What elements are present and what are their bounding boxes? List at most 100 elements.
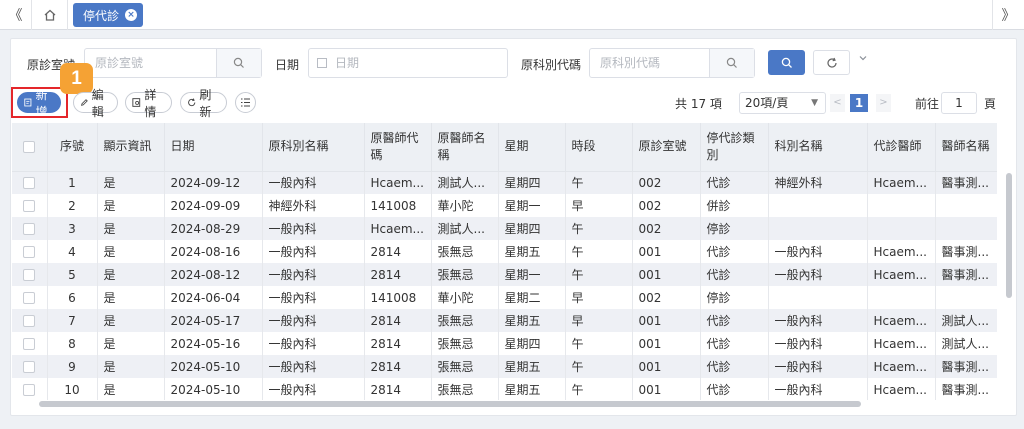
table-row[interactable]: 7 是 2024-05-17 一般內科 2814 張無忌 星期五早 001 代診 一般內科 Hcae… bbox=[12, 309, 997, 332]
vertical-scrollbar[interactable] bbox=[1006, 173, 1012, 298]
table-cell: Hcaem... bbox=[867, 332, 936, 355]
table-cell: 午 bbox=[565, 332, 633, 355]
column-header[interactable]: 原診室號 bbox=[632, 123, 701, 172]
row-checkbox[interactable] bbox=[23, 315, 36, 327]
select-all-checkbox[interactable] bbox=[23, 140, 36, 153]
column-settings-button[interactable] bbox=[235, 92, 256, 113]
row-select-cell[interactable] bbox=[12, 171, 48, 194]
table-cell: 002 bbox=[632, 171, 701, 194]
table-cell: 併診 bbox=[700, 194, 769, 217]
date-label: 日期 bbox=[275, 58, 300, 72]
close-icon[interactable]: × bbox=[125, 9, 138, 21]
row-select-cell[interactable] bbox=[12, 378, 48, 400]
table-cell: 華小陀 bbox=[431, 286, 499, 309]
double-chevron-right-icon: 》 bbox=[1001, 8, 1016, 24]
expand-filters-button[interactable] bbox=[858, 53, 872, 71]
table-row[interactable]: 5 是 2024-08-12 一般內科 2814 張無忌 星期一午 001 代診 一般內科 Hcae… bbox=[12, 263, 997, 286]
table-cell: 張無忌 bbox=[431, 240, 499, 263]
table-row[interactable]: 6 是 2024-06-04 一般內科 141008 華小陀 星期二早 002 停診 bbox=[12, 286, 997, 309]
room-input[interactable] bbox=[85, 49, 216, 77]
table-cell: 星期五 bbox=[498, 240, 566, 263]
search-button[interactable] bbox=[768, 50, 805, 75]
row-checkbox[interactable] bbox=[23, 361, 36, 373]
column-header[interactable]: 序號 bbox=[47, 123, 98, 172]
table-cell: 星期五 bbox=[498, 378, 566, 400]
date-input[interactable] bbox=[327, 49, 507, 77]
table-cell: 是 bbox=[97, 378, 165, 400]
pencil-icon bbox=[80, 99, 88, 106]
highlight-box bbox=[11, 87, 68, 118]
table-cell: 001 bbox=[632, 240, 701, 263]
horizontal-scrollbar[interactable] bbox=[39, 401, 861, 407]
row-checkbox[interactable] bbox=[23, 338, 36, 350]
select-all-cell[interactable] bbox=[12, 123, 48, 172]
refresh-button[interactable]: 刷新 bbox=[180, 88, 227, 119]
table-cell: 002 bbox=[632, 286, 701, 309]
table-cell: 一般內科 bbox=[768, 240, 868, 263]
row-checkbox[interactable] bbox=[23, 200, 36, 212]
row-checkbox[interactable] bbox=[23, 292, 36, 304]
table-cell: 002 bbox=[632, 194, 701, 217]
row-select-cell[interactable] bbox=[12, 240, 48, 263]
double-chevron-left-icon: 《 bbox=[8, 8, 23, 24]
row-select-cell[interactable] bbox=[12, 332, 48, 355]
column-header[interactable]: 原醫師名稱 bbox=[431, 123, 499, 172]
row-checkbox[interactable] bbox=[23, 223, 36, 235]
column-header[interactable]: 原醫師代碼 bbox=[364, 123, 432, 172]
column-header[interactable]: 原科別名稱 bbox=[262, 123, 365, 172]
row-checkbox[interactable] bbox=[23, 177, 36, 190]
room-search-addon[interactable] bbox=[216, 49, 261, 77]
table-row[interactable]: 9 是 2024-05-10 一般內科 2814 張無忌 星期五午 001 代診 一般內科 Hcae… bbox=[12, 355, 997, 378]
table-row[interactable]: 2 是 2024-09-09 神經外科 141008 華小陀 星期一早 002 併診 bbox=[12, 194, 997, 217]
column-header[interactable]: 日期 bbox=[164, 123, 263, 172]
table-cell: 9 bbox=[47, 355, 98, 378]
column-header[interactable]: 時段 bbox=[565, 123, 633, 172]
dept-code-input[interactable] bbox=[590, 49, 709, 77]
table-row[interactable]: 1 是 2024-09-12 一般內科 Hcaem... 測試人... 星期四午 002 代診神… bbox=[12, 171, 997, 194]
table-cell: 代診 bbox=[700, 332, 769, 355]
table-cell: 是 bbox=[97, 286, 165, 309]
table-cell: Hcaem... bbox=[364, 171, 432, 194]
table-cell: 2024-08-16 bbox=[164, 240, 263, 263]
column-header[interactable]: 代診醫師 bbox=[867, 123, 936, 172]
home-button[interactable] bbox=[32, 0, 68, 30]
scroll-tabs-right-button[interactable]: 》 bbox=[992, 0, 1024, 30]
row-checkbox[interactable] bbox=[23, 246, 36, 258]
refresh-button-label: 刷新 bbox=[199, 87, 212, 119]
tab-stop-substitute-clinic[interactable]: 停代診 × bbox=[73, 3, 144, 27]
row-select-cell[interactable] bbox=[12, 263, 48, 286]
row-select-cell[interactable] bbox=[12, 194, 48, 217]
page-number-current[interactable]: 1 bbox=[850, 94, 868, 112]
row-checkbox[interactable] bbox=[23, 384, 36, 396]
date-picker[interactable] bbox=[308, 48, 508, 78]
caret-down-icon: ▼ bbox=[811, 98, 818, 108]
table-cell: 是 bbox=[97, 240, 165, 263]
column-header[interactable]: 科別名稱 bbox=[768, 123, 868, 172]
table-cell: Hcaem... bbox=[364, 217, 432, 240]
column-header[interactable]: 醫師名稱 bbox=[935, 123, 997, 172]
row-checkbox[interactable] bbox=[23, 269, 36, 281]
edit-button[interactable]: 編輯 bbox=[73, 88, 118, 119]
scroll-tabs-left-button[interactable]: 《 bbox=[0, 0, 32, 30]
table-cell: 001 bbox=[632, 355, 701, 378]
page-size-select[interactable]: 20項/頁 ▼ bbox=[739, 92, 826, 114]
reset-button[interactable] bbox=[813, 50, 850, 75]
row-select-cell[interactable] bbox=[12, 309, 48, 332]
table-cell: 一般內科 bbox=[768, 378, 868, 400]
table-row[interactable]: 10 是 2024-05-10 一般內科 2814 張無忌 星期五午 001 代診 一般內科 Hca… bbox=[12, 378, 997, 400]
dept-code-search-box bbox=[589, 48, 755, 78]
row-select-cell[interactable] bbox=[12, 355, 48, 378]
column-header[interactable]: 星期 bbox=[498, 123, 566, 172]
table-row[interactable]: 8 是 2024-05-16 一般內科 2814 張無忌 星期四午 001 代診 一般內科 Hcae… bbox=[12, 332, 997, 355]
detail-button[interactable]: 詳情 bbox=[125, 88, 172, 119]
table-row[interactable]: 3 是 2024-08-29 一般內科 Hcaem... 測試人... 星期四午 002 停診 bbox=[12, 217, 997, 240]
row-select-cell[interactable] bbox=[12, 217, 48, 240]
row-select-cell[interactable] bbox=[12, 286, 48, 309]
column-header[interactable]: 顯示資訊 bbox=[97, 123, 165, 172]
goto-page-input[interactable]: 1 bbox=[941, 92, 977, 114]
table-row[interactable]: 4 是 2024-08-16 一般內科 2814 張無忌 星期五午 001 代診 一般內科 Hcae… bbox=[12, 240, 997, 263]
column-header[interactable]: 停代診類別 bbox=[700, 123, 769, 172]
prev-page-button[interactable]: < bbox=[830, 94, 845, 112]
next-page-button[interactable]: > bbox=[876, 94, 891, 112]
dept-code-search-addon[interactable] bbox=[709, 49, 754, 77]
